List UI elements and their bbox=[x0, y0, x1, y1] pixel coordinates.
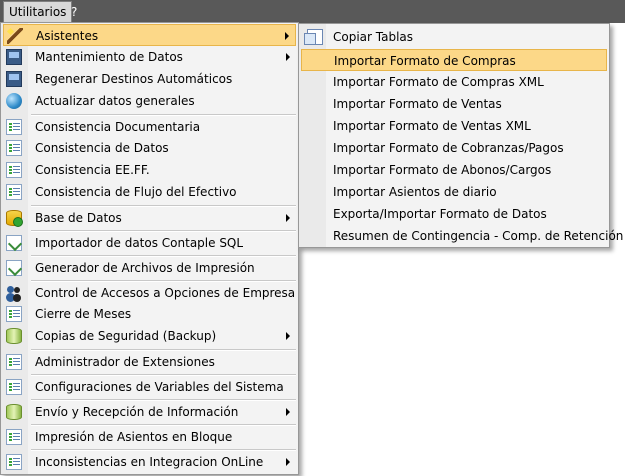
menu-item-label: Consistencia EE.FF. bbox=[35, 163, 150, 177]
menu-separator bbox=[31, 255, 296, 257]
menu-item-consistencia-documentaria[interactable]: Consistencia Documentaria bbox=[3, 116, 296, 138]
menu-item-label: Configuraciones de Variables del Sistema bbox=[35, 380, 284, 394]
submenu-item-importar-compras-xml[interactable]: Importar Formato de Compras XML bbox=[301, 71, 607, 93]
cylinder-icon bbox=[6, 404, 22, 420]
menu-separator bbox=[31, 114, 296, 116]
menu-item-label: Base de Datos bbox=[35, 211, 122, 225]
menu-item-label: Generador de Archivos de Impresión bbox=[35, 261, 255, 275]
submenu-item-importar-ventas-xml[interactable]: Importar Formato de Ventas XML bbox=[301, 115, 607, 137]
submenu-item-exporta-importar[interactable]: Exporta/Importar Formato de Datos bbox=[301, 203, 607, 225]
menu-item-label: Consistencia de Datos bbox=[35, 141, 169, 155]
menu-item-label: Consistencia de Flujo del Efectivo bbox=[35, 185, 237, 199]
list-icon bbox=[6, 140, 22, 156]
menu-item-administrador-extensiones[interactable]: Administrador de Extensiones bbox=[3, 351, 296, 373]
menu-item-label: Importar Formato de Ventas bbox=[333, 97, 502, 111]
submenu-arrow-icon bbox=[286, 53, 290, 61]
asistentes-submenu: Copiar Tablas Importar Formato de Compra… bbox=[298, 23, 623, 248]
menu-bar: Utilitarios ? bbox=[0, 0, 625, 23]
menu-separator bbox=[31, 280, 296, 282]
database-icon bbox=[6, 210, 23, 227]
menu-item-label: Actualizar datos generales bbox=[35, 94, 195, 108]
list-icon bbox=[6, 379, 22, 395]
menu-item-label: Regenerar Destinos Automáticos bbox=[35, 72, 233, 86]
submenu-item-copiar-tablas[interactable]: Copiar Tablas bbox=[301, 26, 607, 48]
submenu-item-importar-cobranzas[interactable]: Importar Formato de Cobranzas/Pagos bbox=[301, 137, 607, 159]
menu-item-label: Importar Formato de Compras bbox=[334, 54, 516, 68]
submenu-arrow-icon bbox=[286, 332, 290, 340]
list-icon bbox=[6, 119, 22, 135]
menu-separator bbox=[31, 374, 296, 376]
wand-icon bbox=[7, 28, 23, 44]
list-icon bbox=[6, 306, 22, 322]
screen-icon bbox=[6, 49, 22, 65]
menu-item-cierre-meses[interactable]: Cierre de Meses bbox=[3, 303, 296, 325]
menu-item-label: Mantenimiento de Datos bbox=[35, 50, 183, 64]
import-icon bbox=[6, 235, 22, 251]
menu-item-label: Copias de Seguridad (Backup) bbox=[35, 329, 217, 343]
menu-separator bbox=[31, 349, 296, 351]
submenu-arrow-icon bbox=[285, 32, 289, 40]
menu-item-base-datos[interactable]: Base de Datos bbox=[3, 207, 296, 229]
menu-item-label: Administrador de Extensiones bbox=[35, 355, 215, 369]
menu-item-asistentes[interactable]: Asistentes bbox=[3, 24, 296, 46]
submenu-item-resumen-contingencia[interactable]: Resumen de Contingencia - Comp. de Reten… bbox=[301, 225, 623, 247]
menu-item-label: Importar Formato de Abonos/Cargos bbox=[333, 163, 552, 177]
menu-item-consistencia-datos[interactable]: Consistencia de Datos bbox=[3, 137, 296, 159]
menu-item-consistencia-eeff[interactable]: Consistencia EE.FF. bbox=[3, 159, 296, 181]
menu-separator bbox=[31, 424, 296, 426]
copy-icon bbox=[304, 29, 323, 45]
menu-item-label: Control de Accesos a Opciones de Empresa bbox=[35, 286, 296, 300]
submenu-item-importar-compras[interactable]: Importar Formato de Compras bbox=[301, 49, 607, 71]
menu-item-actualizar[interactable]: Actualizar datos generales bbox=[3, 90, 296, 112]
import-icon bbox=[6, 260, 22, 276]
menu-item-inconsistencias-online[interactable]: Inconsistencias en Integracion OnLine bbox=[3, 451, 296, 473]
menu-item-importador-contaple[interactable]: Importador de datos Contaple SQL bbox=[3, 232, 296, 254]
list-icon bbox=[6, 354, 22, 370]
menubar-utilitarios[interactable]: Utilitarios bbox=[3, 1, 73, 23]
menu-item-label: Importar Formato de Compras XML bbox=[333, 75, 544, 89]
menu-item-label: Cierre de Meses bbox=[35, 307, 132, 321]
submenu-arrow-icon bbox=[286, 458, 290, 466]
menu-item-copias-seguridad[interactable]: Copias de Seguridad (Backup) bbox=[3, 325, 296, 347]
cylinder-icon bbox=[6, 328, 22, 344]
menu-item-mantenimiento[interactable]: Mantenimiento de Datos bbox=[3, 46, 296, 68]
menu-item-label: Exporta/Importar Formato de Datos bbox=[333, 207, 547, 221]
menu-item-label: Resumen de Contingencia - Comp. de Reten… bbox=[333, 229, 624, 243]
submenu-item-importar-abonos[interactable]: Importar Formato de Abonos/Cargos bbox=[301, 159, 607, 181]
submenu-item-importar-ventas[interactable]: Importar Formato de Ventas bbox=[301, 93, 607, 115]
menubar-help[interactable]: ? bbox=[66, 2, 82, 22]
menu-item-impresion-asientos[interactable]: Impresión de Asientos en Bloque bbox=[3, 426, 296, 448]
menu-item-label: Importador de datos Contaple SQL bbox=[35, 236, 244, 250]
menu-item-label: Consistencia Documentaria bbox=[35, 120, 201, 134]
menu-item-consistencia-flujo[interactable]: Consistencia de Flujo del Efectivo bbox=[3, 181, 296, 203]
list-icon bbox=[6, 454, 22, 470]
menu-item-label: Importar Asientos de diario bbox=[333, 185, 497, 199]
menu-item-configuraciones-variables[interactable]: Configuraciones de Variables del Sistema bbox=[3, 376, 296, 398]
menu-item-label: Impresión de Asientos en Bloque bbox=[35, 430, 233, 444]
globe-icon bbox=[6, 93, 22, 109]
menu-separator bbox=[31, 449, 296, 451]
menu-item-label: Envío y Recepción de Información bbox=[35, 405, 239, 419]
list-icon bbox=[6, 162, 22, 178]
menu-separator bbox=[31, 205, 296, 207]
menu-item-label: Copiar Tablas bbox=[333, 30, 414, 44]
list-icon bbox=[6, 184, 22, 200]
screen-icon bbox=[6, 71, 22, 87]
submenu-item-importar-asientos[interactable]: Importar Asientos de diario bbox=[301, 181, 607, 203]
menu-item-label: Inconsistencias en Integracion OnLine bbox=[35, 455, 264, 469]
menu-item-control-accesos[interactable]: Control de Accesos a Opciones de Empresa bbox=[3, 282, 296, 304]
menu-item-label: Importar Formato de Cobranzas/Pagos bbox=[333, 141, 564, 155]
submenu-arrow-icon bbox=[286, 408, 290, 416]
menu-item-envio-recepcion[interactable]: Envío y Recepción de Información bbox=[3, 401, 296, 423]
menu-separator bbox=[31, 399, 296, 401]
menu-item-generador-archivos[interactable]: Generador de Archivos de Impresión bbox=[3, 257, 296, 279]
menu-item-label: Importar Formato de Ventas XML bbox=[333, 119, 531, 133]
utilitarios-menu: Asistentes Mantenimiento de Datos Regene… bbox=[0, 22, 299, 475]
menu-separator bbox=[31, 230, 296, 232]
menu-item-regenerar[interactable]: Regenerar Destinos Automáticos bbox=[3, 68, 296, 90]
submenu-arrow-icon bbox=[286, 214, 290, 222]
list-icon bbox=[6, 429, 22, 445]
menu-item-label: Asistentes bbox=[36, 29, 99, 43]
users-icon bbox=[6, 285, 22, 301]
